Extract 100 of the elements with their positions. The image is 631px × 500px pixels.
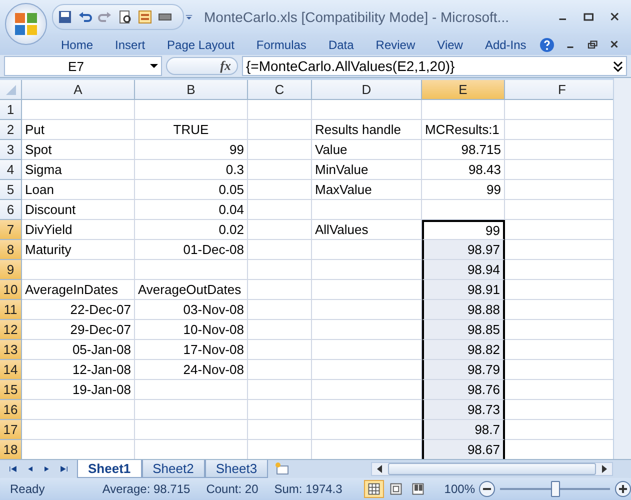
sheet-tab[interactable]: Sheet3 [204, 460, 268, 478]
table-cell: Discount [22, 200, 135, 220]
table-cell: Maturity [22, 240, 135, 260]
table-cell: 05-Jan-08 [22, 340, 135, 360]
insert-function-button[interactable]: fx [220, 58, 231, 74]
row-header[interactable]: 17 [0, 420, 22, 440]
horizontal-scrollbar[interactable] [371, 462, 613, 476]
column-header[interactable]: E [422, 80, 505, 100]
print-preview-icon[interactable] [117, 9, 133, 25]
ribbon-tab[interactable]: View [426, 36, 474, 54]
name-box[interactable]: E7 [4, 56, 162, 76]
table-cell: 99 [422, 180, 505, 200]
table-cell: AverageOutDates [135, 280, 248, 300]
triangle-icon [6, 84, 16, 94]
row-header[interactable]: 7 [0, 220, 22, 240]
table-cell: 0.02 [135, 220, 248, 240]
row-header[interactable]: 8 [0, 240, 22, 260]
row-header[interactable]: 18 [0, 440, 22, 459]
table-cell: Sigma [22, 160, 135, 180]
row-header[interactable]: 13 [0, 340, 22, 360]
table-cell: 0.05 [135, 180, 248, 200]
status-sum: Sum: 1974.3 [274, 482, 342, 496]
ribbon-tab[interactable]: Insert [104, 36, 156, 54]
table-cell: 03-Nov-08 [135, 300, 248, 320]
table-cell: 98.88 [422, 300, 505, 320]
ribbon-tab[interactable]: Formulas [245, 36, 318, 54]
scroll-right-icon[interactable] [600, 464, 608, 474]
undo-icon[interactable] [77, 9, 93, 25]
table-cell: 01-Dec-08 [135, 240, 248, 260]
table-cell: MaxValue [312, 180, 422, 200]
table-cell: 98.97 [422, 240, 505, 260]
logo-icon [13, 11, 39, 37]
table-cell: 98.94 [422, 260, 505, 280]
ribbon-tab[interactable]: Home [50, 36, 104, 54]
column-header[interactable]: A [22, 80, 135, 100]
column-header[interactable]: D [312, 80, 422, 100]
minus-icon [483, 485, 491, 493]
plus-icon [619, 485, 627, 493]
column-header[interactable]: B [135, 80, 248, 100]
table-cell: 98.91 [422, 280, 505, 300]
row-header[interactable]: 14 [0, 360, 22, 380]
sheet-tab[interactable]: Sheet1 [77, 460, 142, 478]
row-header[interactable]: 4 [0, 160, 22, 180]
table-cell: 98.715 [422, 140, 505, 160]
vertical-scrollbar[interactable] [613, 78, 631, 459]
zoom-level[interactable]: 100% [444, 482, 475, 496]
sheet-tab[interactable]: Sheet2 [142, 460, 205, 478]
row-header[interactable]: 11 [0, 300, 22, 320]
table-cell: Value [312, 140, 422, 160]
table-cell: 98.43 [422, 160, 505, 180]
zoom-in-button[interactable] [615, 481, 631, 497]
ribbon-tab[interactable]: Review [364, 36, 426, 54]
formula-field[interactable]: {=MonteCarlo.AllValues(E2,1,20)} [242, 56, 627, 76]
table-cell: 98.85 [422, 320, 505, 340]
insert-sheet-icon[interactable] [274, 461, 290, 477]
table-cell: Put [22, 120, 135, 140]
form-icon[interactable] [137, 9, 153, 25]
zoom-out-button[interactable] [479, 481, 495, 497]
table-cell: 0.3 [135, 160, 248, 180]
ribbon-tab[interactable]: Page Layout [156, 36, 246, 54]
table-cell: Spot [22, 140, 135, 160]
scroll-thumb[interactable] [388, 463, 596, 475]
row-header[interactable]: 6 [0, 200, 22, 220]
table-cell: 22-Dec-07 [22, 300, 135, 320]
row-header[interactable]: 5 [0, 180, 22, 200]
table-cell: 19-Jan-08 [22, 380, 135, 400]
table-cell: TRUE [135, 120, 248, 140]
table-cell: DivYield [22, 220, 135, 240]
row-header[interactable]: 10 [0, 280, 22, 300]
table-cell: 98.67 [422, 440, 505, 459]
column-header[interactable]: C [248, 80, 312, 100]
table-cell: 98.76 [422, 380, 505, 400]
table-cell: 98.73 [422, 400, 505, 420]
row-header[interactable]: 3 [0, 140, 22, 160]
row-header[interactable]: 16 [0, 400, 22, 420]
status-count: Count: 20 [206, 482, 258, 496]
help-icon[interactable] [539, 36, 555, 52]
table-cell: 24-Nov-08 [135, 360, 248, 380]
ribbon-tab[interactable]: Data [317, 36, 365, 54]
row-header[interactable]: 15 [0, 380, 22, 400]
table-cell: 99 [135, 140, 248, 160]
table-cell: 10-Nov-08 [135, 320, 248, 340]
table-cell: MCResults:1 [422, 120, 505, 140]
view-button[interactable] [364, 480, 384, 498]
status-average: Average: 98.715 [102, 482, 190, 496]
table-cell: Results handle [312, 120, 422, 140]
ribbon-tab[interactable]: Add-Ins [474, 36, 538, 54]
row-header[interactable]: 2 [0, 120, 22, 140]
table-cell: 12-Jan-08 [22, 360, 135, 380]
table-cell: 98.79 [422, 360, 505, 380]
row-header[interactable]: 9 [0, 260, 22, 280]
row-header[interactable]: 12 [0, 320, 22, 340]
table-cell: 29-Dec-07 [22, 320, 135, 340]
window-title: MonteCarlo.xls [Compatibility Mode] - Microsoft... [204, 9, 510, 25]
save-icon[interactable] [57, 9, 73, 25]
slider-thumb[interactable] [551, 481, 560, 497]
status-mode: Ready [10, 482, 46, 496]
row-header[interactable]: 1 [0, 100, 22, 120]
column-header[interactable]: F [505, 80, 613, 100]
scroll-left-icon[interactable] [376, 464, 384, 474]
